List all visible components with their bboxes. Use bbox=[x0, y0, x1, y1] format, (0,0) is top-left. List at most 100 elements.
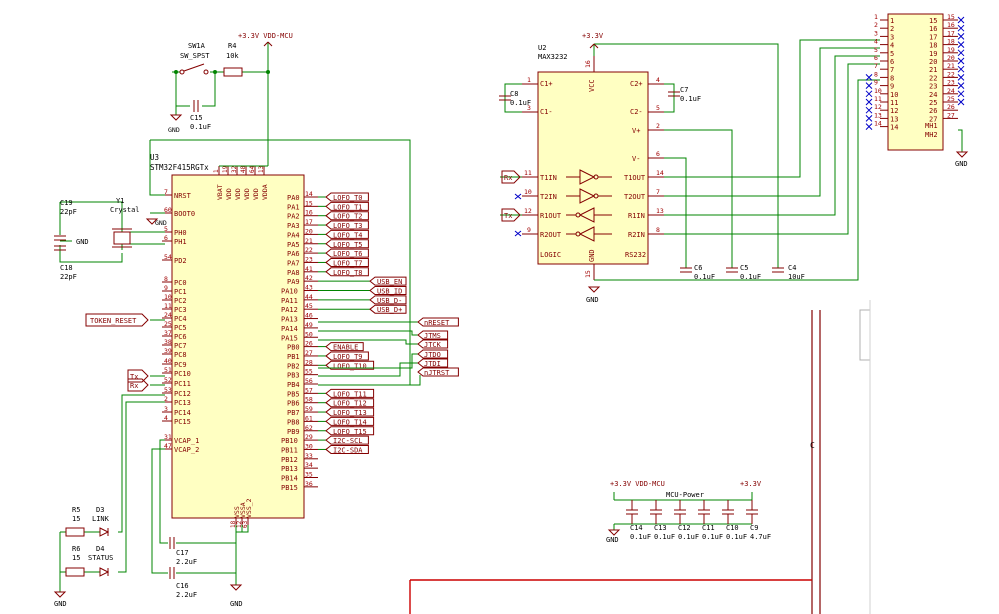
u3-right-pin-name: PA6 bbox=[287, 250, 300, 258]
token-reset-label: TOKEN_RESET bbox=[90, 317, 137, 325]
u3-left-pin-name: VCAP_1 bbox=[174, 437, 199, 445]
mcu-cap-value: 0.1uF bbox=[654, 533, 675, 541]
conn-left-pin-name: 2 bbox=[890, 25, 894, 33]
u3-right-pin-name: PA10 bbox=[281, 288, 298, 296]
u2-r2in: R2IN bbox=[628, 231, 645, 239]
r4-body bbox=[223, 67, 243, 77]
conn-right-pin-num: 19 bbox=[947, 46, 955, 54]
u2-pin-r1out: 12 bbox=[524, 207, 532, 215]
net-label: I2C-SDA bbox=[333, 446, 363, 454]
gnd-mcu-power: GND bbox=[606, 536, 619, 544]
u3-top-pin-name: VDD bbox=[234, 188, 242, 200]
c16-value: 2.2uF bbox=[176, 591, 197, 599]
mcu-cap-value: 0.1uF bbox=[726, 533, 747, 541]
mh1: MH1 bbox=[925, 122, 938, 130]
nc-mark bbox=[957, 41, 965, 48]
u3-right-pin-name: PA8 bbox=[287, 269, 300, 277]
conn-left-pin-num: 2 bbox=[874, 21, 878, 29]
u3-right-pin-name: PA7 bbox=[287, 259, 300, 267]
u2-pin-r1in: 13 bbox=[656, 207, 664, 215]
d4-value: STATUS bbox=[88, 554, 113, 562]
conn-left-pin-num: 10 bbox=[874, 87, 882, 95]
u2-r1in: R1IN bbox=[628, 212, 645, 220]
u3-left-pin-name: PC7 bbox=[174, 342, 187, 350]
u3-top-pin-name: VDD bbox=[252, 188, 260, 200]
conn-left-pin-num: 3 bbox=[874, 29, 878, 37]
u3-right-pin-name: PA15 bbox=[281, 334, 298, 342]
u3-left-pin-name: PC5 bbox=[174, 324, 187, 332]
u3-right-pin-name: PA13 bbox=[281, 316, 298, 324]
u3-right-pin-name: PB4 bbox=[287, 381, 300, 389]
u3-left-pin-num: 51 bbox=[164, 366, 172, 374]
u2-value: MAX3232 bbox=[538, 53, 568, 61]
u3-right-pin-num: 15 bbox=[305, 199, 313, 207]
u3-left-pin-num: 4 bbox=[164, 414, 168, 422]
sw1-ref: SW1A bbox=[188, 42, 206, 50]
gnd-icon bbox=[607, 529, 621, 536]
c8-value: 0.1uF bbox=[510, 99, 531, 107]
u3-right-pin-name: PB0 bbox=[287, 344, 300, 352]
u2-t1out: T1OUT bbox=[624, 174, 646, 182]
r4-ref: R4 bbox=[228, 42, 236, 50]
u3-value: STM32F415RGTx bbox=[150, 163, 209, 172]
u3-left-pin-num: 3 bbox=[164, 405, 168, 413]
u3-right-pin-num: 36 bbox=[305, 480, 313, 488]
nc-mark bbox=[865, 98, 873, 106]
u3-left-pin-name: PC2 bbox=[174, 297, 187, 305]
jtag-label: JTMS bbox=[424, 332, 441, 340]
net-label: LOFO_T15 bbox=[333, 428, 367, 436]
conn-right-pin-num: 20 bbox=[947, 54, 955, 62]
max3232[interactable]: U2 MAX3232 C1+ C1- VCC C2+ C2- V+ V- T1I… bbox=[522, 44, 664, 280]
scrollbar-thumb[interactable] bbox=[859, 309, 871, 361]
u2-c2m: C2- bbox=[630, 108, 643, 116]
u3-right-pin-name: PA1 bbox=[287, 203, 300, 211]
u3-left-pin-num: 47 bbox=[164, 442, 172, 450]
conn-right-pin-num: 22 bbox=[947, 70, 955, 78]
left-labels: TOKEN_RESET Tx Rx bbox=[85, 313, 165, 392]
u3-right-pin-num: 46 bbox=[305, 312, 313, 320]
conn-right-pin-num: 15 bbox=[947, 13, 955, 21]
gnd-icon bbox=[955, 151, 969, 158]
u3-right-pin-name: PB10 bbox=[281, 437, 298, 445]
jtag-label: JTDI bbox=[424, 360, 441, 368]
u3-top-pin-num: 64 bbox=[249, 165, 256, 173]
r6-body bbox=[65, 567, 85, 577]
u3-right-pin-num: 57 bbox=[305, 386, 313, 394]
c4-ref: C4 bbox=[788, 264, 796, 272]
y1-body bbox=[113, 231, 131, 245]
net-label: LOFO_T6 bbox=[333, 250, 363, 258]
u3-right-pin-name: PA0 bbox=[287, 194, 300, 202]
mcu-cap-ref: C14 bbox=[630, 524, 643, 532]
stm32-mcu[interactable]: U3 STM32F415RGTx NRST7BOOT060PH05PH16PD2… bbox=[150, 153, 318, 528]
u3-right-pin-name: PB15 bbox=[281, 484, 298, 492]
u3-right-pin-num: 30 bbox=[305, 442, 313, 450]
conn-left-pin-name: 4 bbox=[890, 42, 894, 50]
u2-t2in: T2IN bbox=[540, 193, 557, 201]
u3-right-pin-name: PB5 bbox=[287, 390, 300, 398]
net-label: LOFO_T1 bbox=[333, 203, 363, 211]
r4-value: 10k bbox=[226, 52, 239, 60]
conn-right-pin-name: 18 bbox=[929, 42, 937, 50]
u3-left-pin-name: PC1 bbox=[174, 288, 187, 296]
conn-left-pin-num: 14 bbox=[874, 120, 882, 128]
net-label: LOFO_T5 bbox=[333, 241, 363, 249]
nc-mark bbox=[957, 74, 965, 81]
u3-left-pin-num: 54 bbox=[164, 253, 172, 261]
conn-left-pin-name: 1 bbox=[890, 17, 894, 25]
net-label: LOFO_T13 bbox=[333, 409, 367, 417]
junction bbox=[266, 70, 270, 74]
nc-mark bbox=[865, 115, 873, 122]
vcap-plates bbox=[169, 537, 175, 579]
mcu-cap-value: 0.1uF bbox=[678, 533, 699, 541]
u3-top-pin-name: VDDA bbox=[261, 184, 269, 200]
net-label: USB_ID bbox=[377, 288, 402, 296]
conn-left-pin-num: 5 bbox=[874, 46, 878, 54]
db-connector[interactable]: 1 12 23 34 45 56 67 78 89 910 1011 1112 1213 13141415… bbox=[865, 13, 969, 168]
u2-vcc-label: +3.3V bbox=[582, 32, 604, 40]
conn-left-pin-name: 11 bbox=[890, 99, 898, 107]
net-label: LOFO_T14 bbox=[333, 418, 367, 426]
conn-right-pin-name: 24 bbox=[929, 91, 937, 99]
u3-left-pin-num: 39 bbox=[164, 347, 172, 355]
u2-pin-c2m: 5 bbox=[656, 104, 660, 112]
u3-right-pin-name: PB7 bbox=[287, 409, 300, 417]
